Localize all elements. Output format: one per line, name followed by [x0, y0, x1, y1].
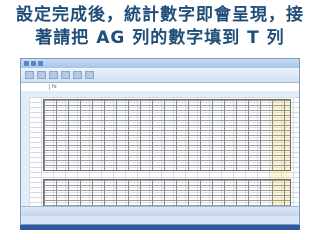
- worksheet: [21, 91, 299, 216]
- headline-line-2: 著請把 AG 列的數字填到 T 列: [35, 28, 285, 48]
- name-box[interactable]: [21, 84, 50, 90]
- window-titlebar: [21, 59, 299, 68]
- undo-icon[interactable]: [38, 61, 43, 66]
- ribbon-button[interactable]: [73, 71, 82, 79]
- office-button-icon[interactable]: [24, 61, 29, 66]
- excel-screenshot: fx: [20, 58, 300, 225]
- statistics-table-upper[interactable]: [43, 99, 291, 171]
- ribbon-button[interactable]: [85, 71, 94, 79]
- slide-headline: 設定完成後，統計數字即會呈現，接 著請把 AG 列的數字填到 T 列: [0, 4, 320, 50]
- status-bar: [21, 206, 299, 216]
- ribbon-button[interactable]: [25, 71, 34, 79]
- fx-label: fx: [52, 84, 57, 90]
- ribbon-toolbar: [21, 68, 299, 83]
- statistics-table-lower[interactable]: [43, 179, 291, 209]
- ribbon-button[interactable]: [37, 71, 46, 79]
- ribbon-button[interactable]: [49, 71, 58, 79]
- save-icon[interactable]: [31, 61, 36, 66]
- ribbon-button[interactable]: [61, 71, 70, 79]
- headline-line-1: 設定完成後，統計數字即會呈現，接: [16, 5, 304, 25]
- windows-taskbar: [20, 225, 300, 230]
